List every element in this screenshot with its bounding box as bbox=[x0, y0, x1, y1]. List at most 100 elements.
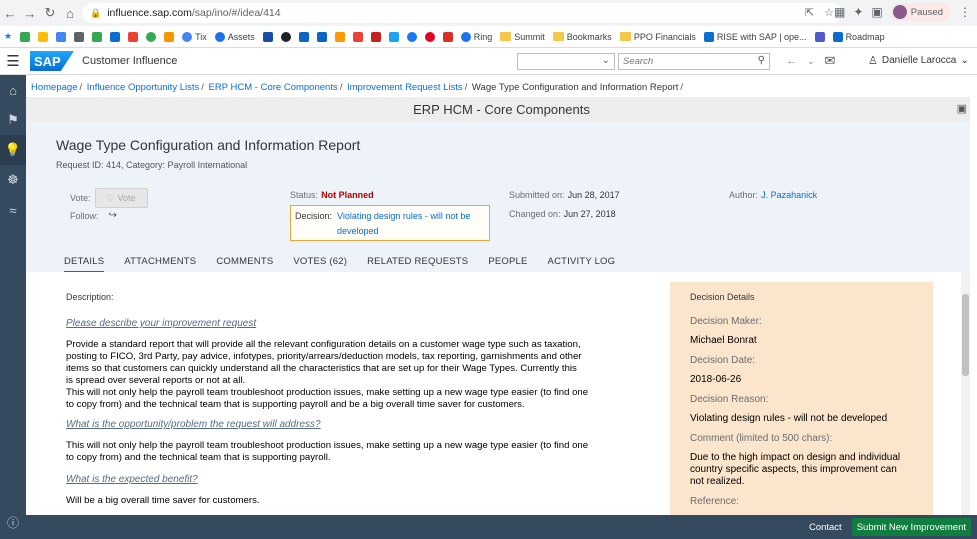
bookmark-icon-16[interactable] bbox=[370, 31, 381, 42]
bookmark-icon-12[interactable] bbox=[298, 31, 309, 42]
bookmark-star-icon[interactable]: ★ bbox=[4, 31, 12, 42]
star-icon[interactable]: ☆ bbox=[824, 6, 834, 19]
bookmark-icon-21[interactable] bbox=[814, 31, 825, 42]
breadcrumb-erp-hcm[interactable]: ERP HCM - Core Components bbox=[209, 82, 338, 93]
status-badge: Not Planned bbox=[321, 190, 374, 200]
bookmark-icon-17[interactable] bbox=[388, 31, 399, 42]
breadcrumb-homepage[interactable]: Homepage bbox=[31, 82, 77, 93]
author-link[interactable]: J. Pazahanick bbox=[761, 190, 817, 200]
reload-icon[interactable]: ↻ bbox=[40, 3, 60, 23]
extension-icon[interactable]: ▦ bbox=[834, 5, 845, 19]
search-input[interactable] bbox=[623, 56, 751, 67]
author-label: Author: bbox=[729, 190, 759, 200]
menu-kebab-icon[interactable]: ⋮ bbox=[959, 5, 971, 19]
follow-label: Follow: bbox=[70, 210, 99, 221]
bookmark-icon-1[interactable] bbox=[20, 31, 31, 42]
feed-nav-icon[interactable]: ≈ bbox=[0, 195, 26, 225]
answer-line: to copy from) and the technical team tha… bbox=[66, 399, 525, 410]
user-menu[interactable]: ♙ Danielle Larocca ⌄ bbox=[868, 54, 969, 67]
search-scope-select[interactable]: ⌄ bbox=[517, 53, 615, 70]
bookmark-icon-2[interactable] bbox=[38, 31, 49, 42]
reference-label: Reference: bbox=[690, 496, 739, 507]
bookmark-icon-4[interactable] bbox=[74, 31, 85, 42]
scrollbar-thumb[interactable] bbox=[962, 294, 969, 376]
tab-activity-log[interactable]: ACTIVITY LOG bbox=[548, 256, 616, 273]
vertical-scrollbar[interactable] bbox=[961, 272, 970, 515]
mail-icon[interactable]: ✉ bbox=[825, 53, 836, 69]
bookmark-icon-18[interactable] bbox=[406, 31, 417, 42]
answer-2: This will not only help the payroll team… bbox=[66, 440, 626, 464]
tab-comments[interactable]: COMMENTS bbox=[216, 256, 273, 273]
bookmark-summit[interactable]: Summit bbox=[500, 32, 545, 42]
vote-label: Vote: bbox=[70, 193, 91, 203]
bookmark-icon-7[interactable] bbox=[128, 31, 139, 42]
back-icon[interactable]: ← bbox=[0, 3, 20, 23]
tab-people[interactable]: PEOPLE bbox=[488, 256, 527, 273]
bookmark-icon-15[interactable] bbox=[352, 31, 363, 42]
bookmark-icon-11[interactable] bbox=[280, 31, 291, 42]
bookmark-icon-10[interactable] bbox=[262, 31, 273, 42]
submit-new-improvement-button[interactable]: Submit New Improvement bbox=[851, 518, 971, 536]
changed-label: Changed on: bbox=[509, 209, 561, 219]
bookmark-roadmap[interactable]: Roadmap bbox=[832, 31, 885, 42]
puzzle-icon[interactable]: ✦ bbox=[853, 5, 863, 19]
bookmark-icon-8[interactable] bbox=[146, 31, 157, 42]
decision-box: Decision: Violating design rules - will … bbox=[290, 205, 490, 241]
decision-value-cont[interactable]: developed bbox=[337, 226, 379, 236]
bookmark-icon-5[interactable] bbox=[92, 31, 103, 42]
back-arrow-icon[interactable]: ← bbox=[786, 55, 797, 67]
share-icon[interactable]: ⇱ bbox=[805, 6, 814, 19]
search-field[interactable]: ⚲ bbox=[618, 53, 770, 70]
bookmark-label: Summit bbox=[514, 31, 545, 42]
vote-button[interactable]: ♡ Vote bbox=[94, 188, 148, 208]
decision-value[interactable]: Violating design rules - will not be bbox=[337, 211, 470, 221]
page-title: Wage Type Configuration and Information … bbox=[56, 137, 361, 153]
bookmark-label: Ring bbox=[473, 31, 493, 42]
details-content: Description: Please describe your improv… bbox=[26, 272, 970, 515]
tab-bar: DETAILS ATTACHMENTS COMMENTS VOTES (62) … bbox=[64, 256, 635, 273]
sap-logo[interactable]: SAP bbox=[30, 51, 74, 71]
bookmark-icon-19[interactable] bbox=[424, 31, 435, 42]
decision-date-value: 2018-06-26 bbox=[690, 374, 742, 385]
follow-icon[interactable]: ↪ bbox=[109, 210, 117, 221]
bookmark-ppo[interactable]: PPO Financials bbox=[619, 32, 696, 42]
exit-fullscreen-icon[interactable]: ▣ bbox=[957, 102, 967, 115]
help-icon[interactable]: ⓘ bbox=[0, 514, 26, 531]
contact-link[interactable]: Contact bbox=[809, 522, 842, 533]
url-path: /sap/ino/#/idea/414 bbox=[191, 7, 281, 19]
bookmark-icon-13[interactable] bbox=[316, 31, 327, 42]
tab-attachments[interactable]: ATTACHMENTS bbox=[124, 256, 196, 273]
bookmark-icon-14[interactable] bbox=[334, 31, 345, 42]
menu-icon[interactable]: ☰ bbox=[0, 48, 26, 75]
bookmark-rise[interactable]: RISE with SAP | ope... bbox=[703, 31, 807, 42]
tab-related-requests[interactable]: RELATED REQUESTS bbox=[367, 256, 468, 273]
bookmark-icon-9[interactable] bbox=[164, 31, 175, 42]
bookmark-ring[interactable]: Ring bbox=[460, 31, 493, 42]
address-bar[interactable]: 🔒 influence.sap.com/sap/ino/#/idea/414 ⇱… bbox=[82, 3, 842, 23]
idea-nav-icon[interactable]: 💡 bbox=[0, 135, 26, 165]
decision-details-title: Decision Details bbox=[690, 292, 755, 302]
home-icon[interactable]: ⌂ bbox=[60, 3, 80, 23]
profile-button[interactable]: Paused bbox=[890, 3, 951, 21]
forward-icon[interactable]: → bbox=[20, 3, 40, 23]
request-subtitle: Request ID: 414, Category: Payroll Inter… bbox=[56, 160, 248, 170]
breadcrumb-opportunity-lists[interactable]: Influence Opportunity Lists bbox=[87, 82, 199, 93]
breadcrumb-improvement-lists[interactable]: Improvement Request Lists bbox=[347, 82, 463, 93]
bookmark-icon-20[interactable] bbox=[442, 31, 453, 42]
bookmark-assets[interactable]: Assets bbox=[214, 31, 255, 42]
chevron-down-icon[interactable]: ⌄ bbox=[807, 56, 815, 67]
sidepanel-icon[interactable]: ▣ bbox=[871, 5, 882, 19]
bookmark-icon-6[interactable] bbox=[110, 31, 121, 42]
home-nav-icon[interactable]: ⌂ bbox=[0, 75, 26, 105]
bookmark-icon-3[interactable] bbox=[56, 31, 67, 42]
answer-line: This will not only help the payroll team… bbox=[66, 440, 589, 451]
tab-details[interactable]: DETAILS bbox=[64, 256, 105, 273]
tab-votes[interactable]: VOTES (62) bbox=[293, 256, 347, 273]
search-icon[interactable]: ⚲ bbox=[758, 55, 765, 66]
groups-nav-icon[interactable]: ☸ bbox=[0, 165, 26, 195]
bookmark-tix[interactable]: Tix bbox=[182, 31, 207, 42]
bookmark-bookmarks[interactable]: Bookmarks bbox=[552, 32, 612, 42]
decision-maker-link[interactable]: Michael Bonrat bbox=[690, 335, 913, 347]
campaign-nav-icon[interactable]: ⚑ bbox=[0, 105, 26, 135]
user-name: Danielle Larocca bbox=[881, 55, 957, 66]
